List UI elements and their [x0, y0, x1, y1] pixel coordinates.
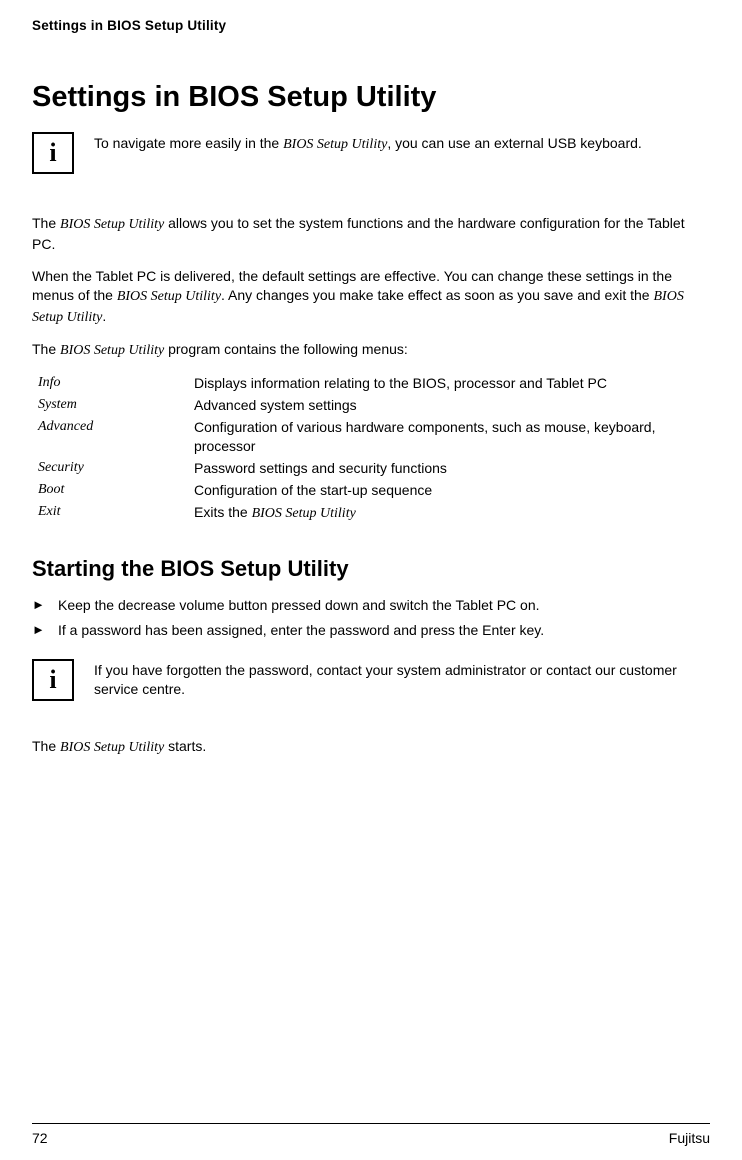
menu-row: Exit Exits the BIOS Setup Utility — [38, 503, 710, 524]
info-note-2: i If you have forgotten the password, co… — [32, 659, 710, 701]
info-icon: i — [32, 132, 74, 174]
running-header: Settings in BIOS Setup Utility — [32, 18, 710, 33]
info-note-2-text: If you have forgotten the password, cont… — [94, 659, 710, 699]
menu-table: Info Displays information relating to th… — [32, 374, 710, 523]
menu-term: Info — [38, 374, 194, 393]
menu-row: Security Password settings and security … — [38, 459, 710, 478]
page-footer: 72 Fujitsu — [32, 1123, 710, 1146]
menu-row: Boot Configuration of the start-up seque… — [38, 481, 710, 500]
step-item: ► Keep the decrease volume button presse… — [32, 596, 710, 616]
menu-term: System — [38, 396, 194, 415]
triangle-marker-icon: ► — [32, 596, 58, 614]
paragraph-2: When the Tablet PC is delivered, the def… — [32, 267, 710, 328]
menu-desc: Configuration of the start-up sequence — [194, 481, 710, 500]
menu-term: Advanced — [38, 418, 194, 437]
triangle-marker-icon: ► — [32, 621, 58, 639]
menu-term: Exit — [38, 503, 194, 522]
step-text: Keep the decrease volume button pressed … — [58, 596, 540, 616]
paragraph-1: The BIOS Setup Utility allows you to set… — [32, 214, 710, 254]
menu-desc: Password settings and security functions — [194, 459, 710, 478]
menu-desc: Configuration of various hardware compon… — [194, 418, 710, 456]
info-note-1: i To navigate more easily in the BIOS Se… — [32, 132, 710, 174]
section-heading-starting: Starting the BIOS Setup Utility — [32, 556, 710, 582]
menu-desc: Exits the BIOS Setup Utility — [194, 503, 710, 524]
paragraph-3: The BIOS Setup Utility program contains … — [32, 340, 710, 361]
page-title: Settings in BIOS Setup Utility — [32, 81, 710, 114]
info-note-1-text: To navigate more easily in the BIOS Setu… — [94, 132, 642, 155]
menu-row: Advanced Configuration of various hardwa… — [38, 418, 710, 456]
menu-row: Info Displays information relating to th… — [38, 374, 710, 393]
menu-row: System Advanced system settings — [38, 396, 710, 415]
step-item: ► If a password has been assigned, enter… — [32, 621, 710, 641]
brand-name: Fujitsu — [669, 1130, 710, 1146]
paragraph-4: The BIOS Setup Utility starts. — [32, 737, 710, 758]
info-i-letter: i — [49, 665, 56, 695]
menu-desc: Advanced system settings — [194, 396, 710, 415]
footer-divider — [32, 1123, 710, 1124]
step-text: If a password has been assigned, enter t… — [58, 621, 544, 641]
page-number: 72 — [32, 1130, 48, 1146]
menu-desc: Displays information relating to the BIO… — [194, 374, 710, 393]
menu-term: Security — [38, 459, 194, 478]
info-icon: i — [32, 659, 74, 701]
step-list: ► Keep the decrease volume button presse… — [32, 596, 710, 641]
info-i-letter: i — [49, 138, 56, 168]
menu-term: Boot — [38, 481, 194, 500]
